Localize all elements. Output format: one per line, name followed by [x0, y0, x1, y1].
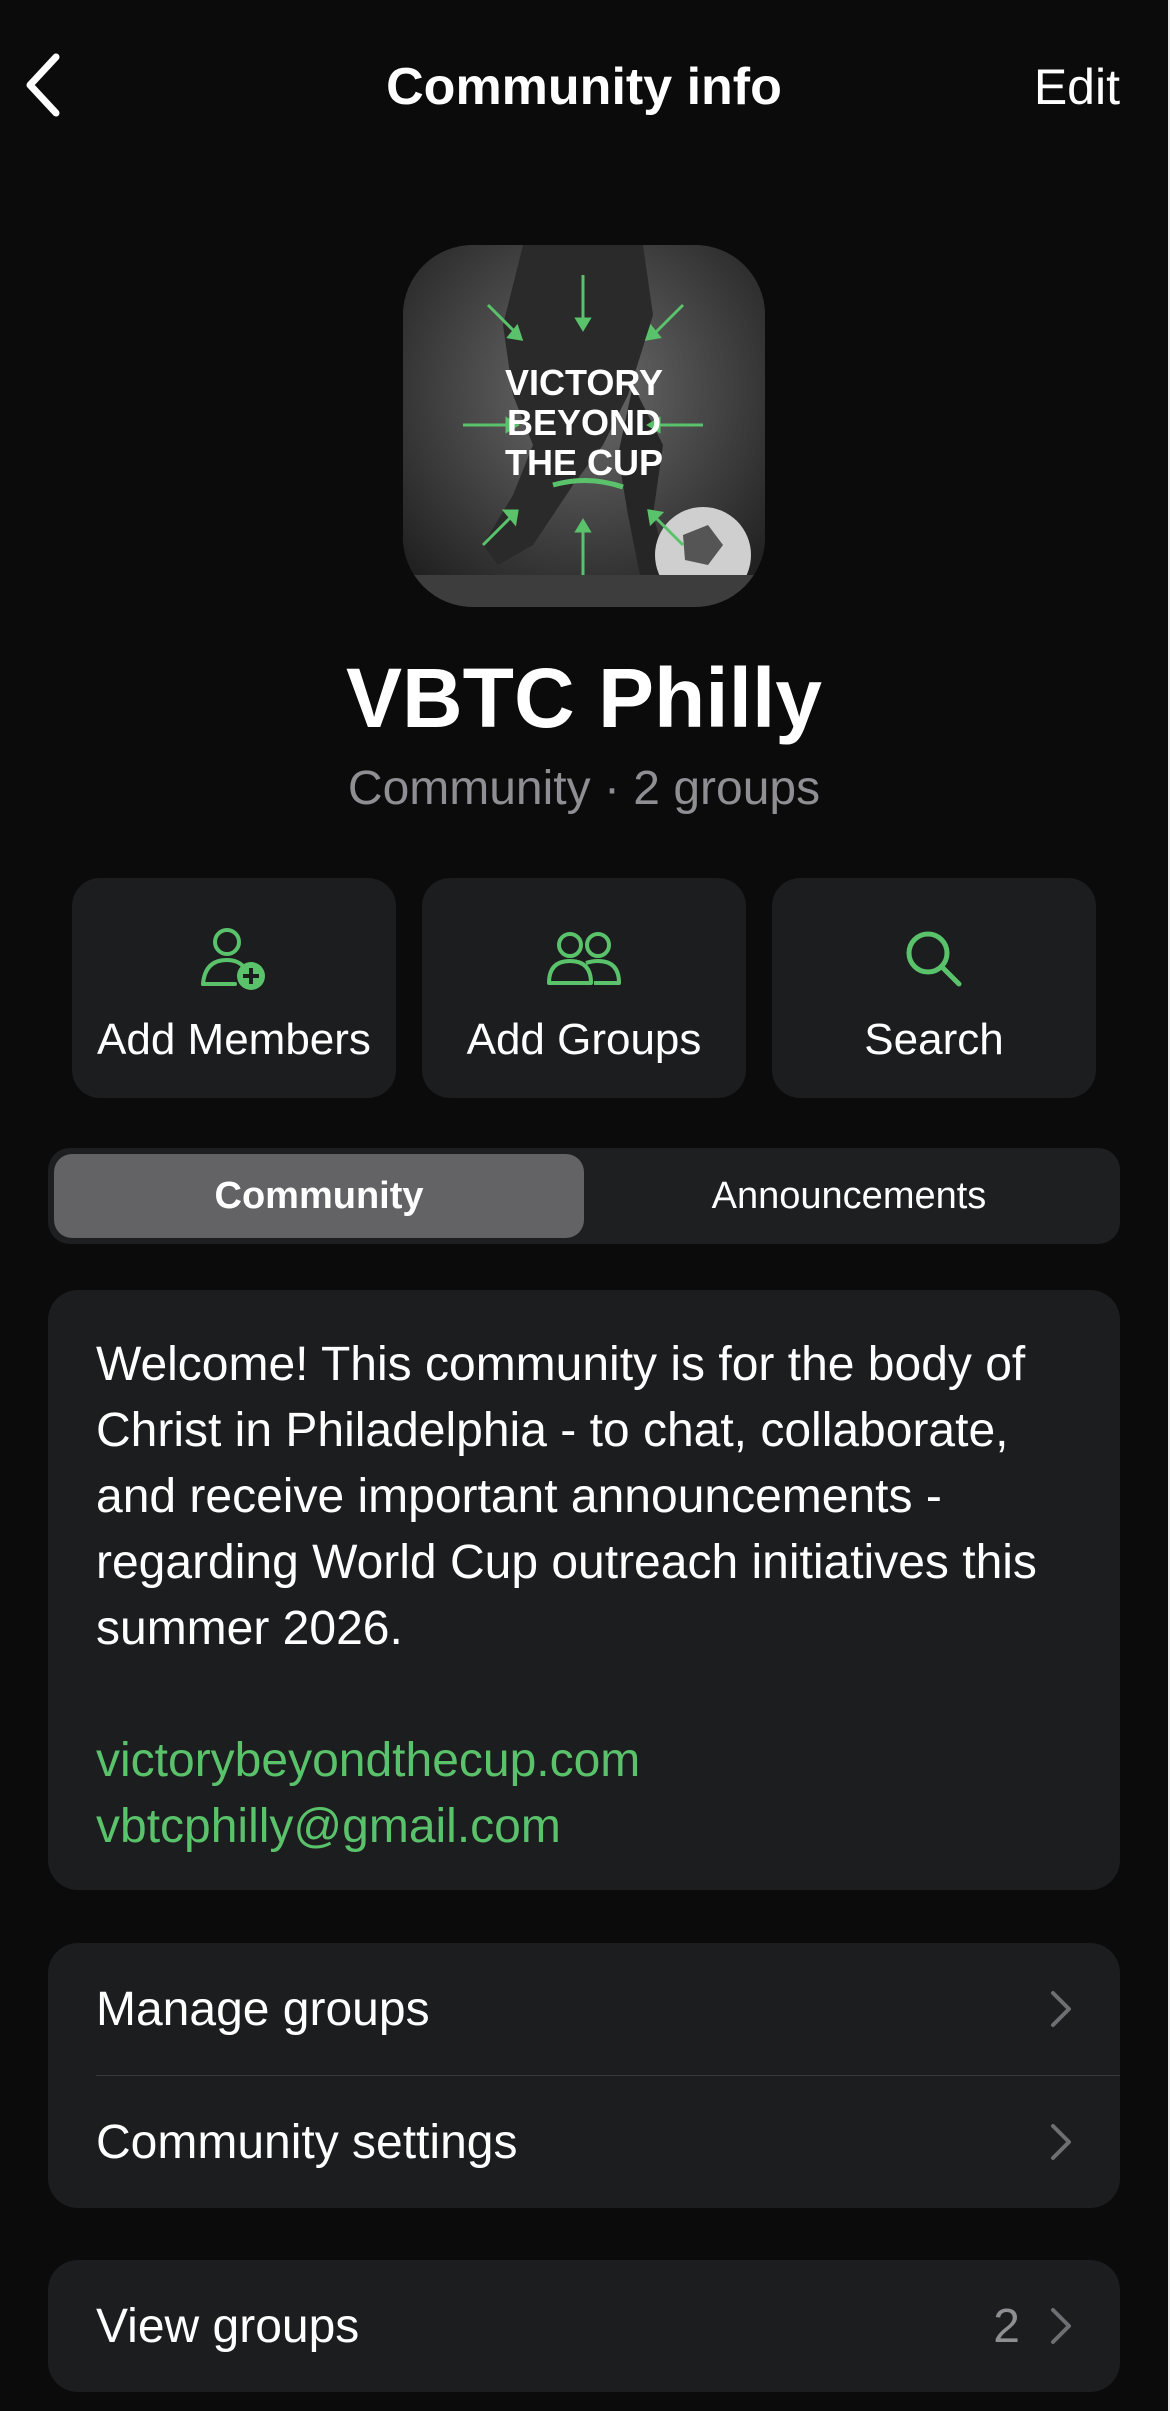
website-link[interactable]: victorybeyondthecup.com	[96, 1728, 1072, 1794]
search-button[interactable]: Search	[772, 878, 1096, 1098]
people-icon	[546, 926, 622, 992]
chevron-right-icon	[1050, 2307, 1072, 2345]
add-groups-label: Add Groups	[466, 1015, 702, 1064]
community-info-screen: Community info Edit VICTORY BEYOND THE C…	[0, 0, 1170, 2411]
manage-groups-row[interactable]: Manage groups	[48, 1943, 1120, 2075]
svg-text:BEYOND: BEYOND	[507, 402, 661, 443]
email-link[interactable]: vbtcphilly@gmail.com	[96, 1794, 1072, 1860]
community-avatar[interactable]: VICTORY BEYOND THE CUP	[403, 245, 765, 607]
page-title: Community info	[386, 58, 782, 116]
description-links: victorybeyondthecup.com vbtcphilly@gmail…	[96, 1728, 1072, 1860]
nav-header: Community info Edit	[0, 0, 1168, 170]
svg-text:VICTORY: VICTORY	[505, 362, 663, 403]
action-buttons: Add Members Add Groups Search	[72, 878, 1096, 1098]
tab-announcements[interactable]: Announcements	[584, 1154, 1114, 1238]
chevron-right-icon	[1050, 2123, 1072, 2161]
view-groups-row[interactable]: View groups 2	[48, 2260, 1120, 2392]
community-description: Welcome! This community is for the body …	[96, 1338, 1037, 1655]
manage-groups-label: Manage groups	[96, 1982, 430, 2036]
groups-list: View groups 2	[48, 2260, 1120, 2392]
community-settings-label: Community settings	[96, 2115, 518, 2169]
person-add-icon	[199, 926, 269, 992]
chevron-right-icon	[1050, 1990, 1072, 2028]
community-settings-row[interactable]: Community settings	[48, 2076, 1120, 2208]
add-members-label: Add Members	[97, 1015, 371, 1064]
svg-text:THE CUP: THE CUP	[505, 442, 663, 483]
edit-button[interactable]: Edit	[1034, 52, 1120, 122]
community-name: VBTC Philly	[345, 651, 823, 745]
settings-list: Manage groups Community settings	[48, 1943, 1120, 2208]
view-groups-label: View groups	[96, 2299, 360, 2353]
search-icon	[904, 926, 964, 992]
add-groups-button[interactable]: Add Groups	[422, 878, 746, 1098]
add-members-button[interactable]: Add Members	[72, 878, 396, 1098]
search-label: Search	[864, 1015, 1004, 1064]
tab-community[interactable]: Community	[54, 1154, 584, 1238]
segmented-control: Community Announcements	[48, 1148, 1120, 1244]
groups-count: 2	[993, 2299, 1020, 2353]
avatar-logo-text: VICTORY BEYOND THE CUP	[505, 362, 663, 483]
description-card: Welcome! This community is for the body …	[48, 1290, 1120, 1890]
community-subtitle: Community · 2 groups	[347, 762, 821, 815]
